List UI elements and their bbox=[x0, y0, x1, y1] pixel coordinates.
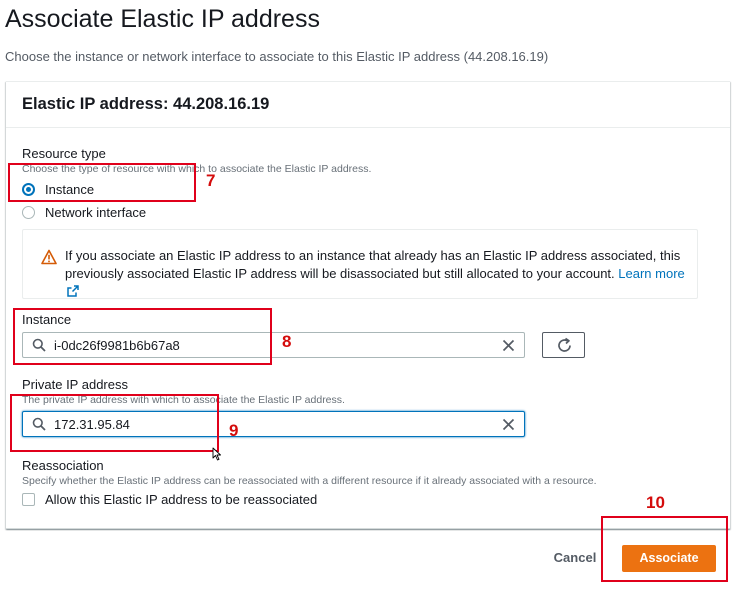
clear-icon[interactable] bbox=[502, 418, 515, 431]
reassociation-label: Reassociation bbox=[22, 458, 104, 473]
annotation-number-7: 7 bbox=[206, 171, 216, 190]
annotation-number-9: 9 bbox=[229, 421, 239, 440]
annotation-box-10 bbox=[601, 516, 728, 582]
refresh-icon bbox=[558, 337, 571, 352]
annotation-box-8 bbox=[13, 308, 272, 365]
clear-icon[interactable] bbox=[502, 339, 515, 352]
radio-network-interface-button[interactable] bbox=[22, 206, 35, 219]
external-link-icon bbox=[67, 285, 79, 297]
page-subtitle: Choose the instance or network interface… bbox=[5, 49, 549, 64]
annotation-box-9 bbox=[10, 394, 219, 452]
annotation-box-7 bbox=[8, 163, 196, 202]
reassociation-checkbox-row[interactable]: Allow this Elastic IP address to be reas… bbox=[22, 492, 317, 507]
annotation-number-8: 8 bbox=[282, 332, 292, 351]
page-title: Associate Elastic IP address bbox=[5, 5, 320, 33]
refresh-button[interactable] bbox=[542, 332, 585, 358]
card-divider bbox=[6, 127, 730, 128]
radio-network-interface-label: Network interface bbox=[45, 205, 147, 220]
reassociation-checkbox[interactable] bbox=[22, 493, 35, 506]
card-header: Elastic IP address: 44.208.16.19 bbox=[22, 95, 270, 113]
mouse-cursor-icon bbox=[212, 447, 221, 461]
reassociation-checkbox-label: Allow this Elastic IP address to be reas… bbox=[45, 492, 318, 507]
annotation-number-10: 10 bbox=[646, 493, 665, 512]
reassociation-description: Specify whether the Elastic IP address c… bbox=[22, 475, 597, 487]
alert-text: If you associate an Elastic IP address t… bbox=[65, 248, 681, 281]
alert-message: If you associate an Elastic IP address t… bbox=[65, 247, 685, 301]
private-ip-label: Private IP address bbox=[22, 377, 128, 392]
resource-type-label: Resource type bbox=[22, 146, 106, 161]
info-alert: If you associate an Elastic IP address t… bbox=[22, 229, 698, 299]
cancel-button[interactable]: Cancel bbox=[546, 547, 604, 569]
warning-icon bbox=[41, 249, 57, 265]
radio-network-interface[interactable]: Network interface bbox=[22, 205, 146, 220]
association-form-card bbox=[6, 81, 730, 529]
